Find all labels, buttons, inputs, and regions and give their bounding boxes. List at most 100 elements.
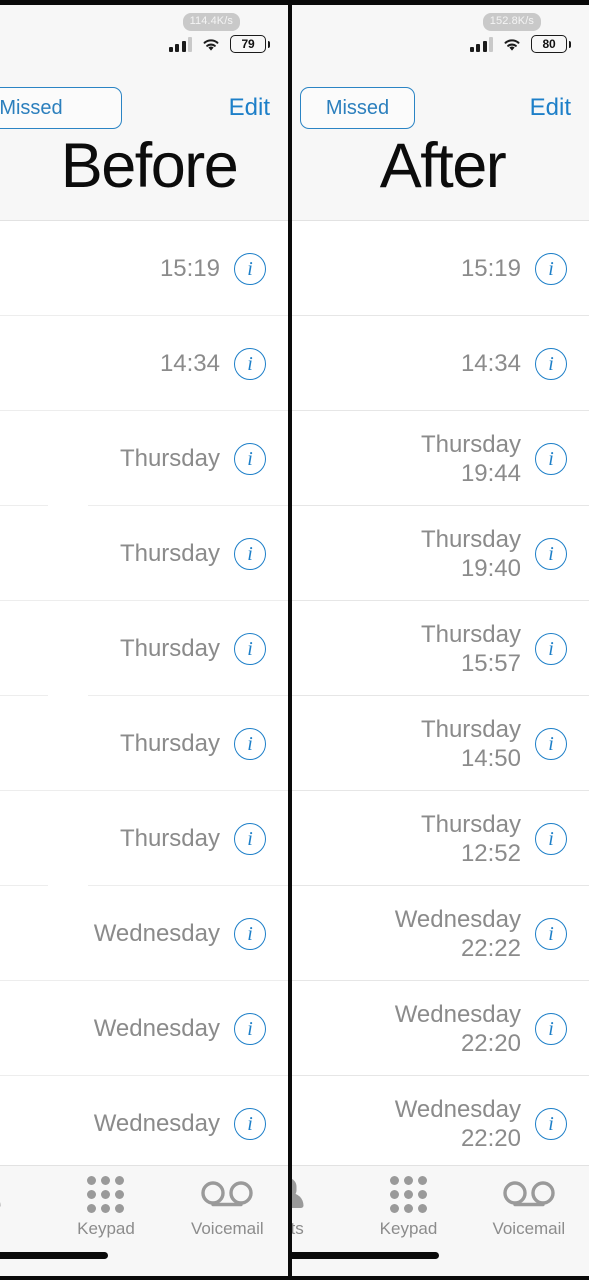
call-row[interactable]: Thursday 15:57 i bbox=[292, 601, 589, 696]
info-circle-icon[interactable]: i bbox=[234, 633, 266, 665]
tab-label: Voicemail bbox=[492, 1219, 565, 1239]
tab-keypad[interactable]: Keypad bbox=[45, 1174, 166, 1239]
call-list-after: 15:19i14:34iThursday 19:44iThursday 19:4… bbox=[292, 221, 589, 1171]
call-timestamp: Wednesday bbox=[94, 919, 220, 948]
call-timestamp: 14:34 bbox=[461, 349, 521, 378]
nav-bar: Missed Edit After bbox=[292, 70, 589, 220]
call-timestamp: Thursday bbox=[120, 634, 220, 663]
voicemail-icon bbox=[502, 1174, 556, 1214]
cellular-signal-icon bbox=[470, 37, 494, 52]
nav-bar: Missed Edit Before bbox=[0, 70, 288, 220]
call-row[interactable]: Thursdayi bbox=[0, 411, 288, 506]
page-title: After bbox=[292, 132, 589, 200]
home-indicator bbox=[0, 1252, 108, 1259]
call-list-before: 15:19i14:34iThursdayiThursdayiThursdayiT… bbox=[0, 221, 288, 1171]
info-circle-icon[interactable]: i bbox=[535, 823, 567, 855]
call-row[interactable]: Wednesday 22:22i bbox=[292, 886, 589, 981]
info-circle-icon[interactable]: i bbox=[535, 728, 567, 760]
tab-voicemail[interactable]: Voicemail bbox=[469, 1174, 589, 1239]
edit-button[interactable]: Edit bbox=[229, 94, 270, 122]
info-circle-icon[interactable]: i bbox=[234, 538, 266, 570]
info-circle-icon[interactable]: i bbox=[234, 728, 266, 760]
panel-before: 114.4K/s 79 Missed Edit Before 15:19i14:… bbox=[0, 5, 288, 1276]
call-timestamp: Thursday 19:44 bbox=[421, 430, 521, 488]
home-indicator bbox=[292, 1252, 439, 1259]
info-circle-icon[interactable]: i bbox=[234, 1108, 266, 1140]
info-circle-icon[interactable]: i bbox=[535, 1013, 567, 1045]
info-circle-icon[interactable]: i bbox=[234, 918, 266, 950]
info-circle-icon[interactable]: i bbox=[234, 443, 266, 475]
info-circle-icon[interactable]: i bbox=[535, 538, 567, 570]
tab-contacts[interactable]: acts bbox=[0, 1174, 45, 1239]
tab-bar: acts Keypad Voicemail bbox=[292, 1165, 589, 1276]
call-timestamp: Wednesday 22:20 bbox=[395, 1000, 521, 1058]
info-circle-icon[interactable]: i bbox=[535, 253, 567, 285]
keypad-icon bbox=[390, 1174, 427, 1214]
call-timestamp: Wednesday bbox=[94, 1109, 220, 1138]
call-row[interactable]: Thursday 19:44 i bbox=[292, 411, 589, 506]
segment-missed[interactable]: Missed bbox=[0, 87, 122, 129]
info-circle-icon[interactable]: i bbox=[234, 348, 266, 380]
call-row[interactable]: Wednesday i bbox=[0, 981, 288, 1076]
status-bar: 152.8K/s 80 bbox=[292, 5, 589, 70]
info-circle-icon[interactable]: i bbox=[234, 823, 266, 855]
call-timestamp: Thursday 15:57 bbox=[421, 620, 521, 678]
call-timestamp: Thursday 14:50 bbox=[421, 715, 521, 773]
contacts-icon bbox=[0, 1174, 2, 1214]
call-timestamp: 14:34 bbox=[160, 349, 220, 378]
call-timestamp: 15:19 bbox=[160, 254, 220, 283]
call-timestamp: Wednesday bbox=[94, 1014, 220, 1043]
page-title: Before bbox=[0, 132, 288, 200]
call-row[interactable]: Thursdayi bbox=[0, 506, 288, 601]
call-row[interactable]: Thursday i bbox=[0, 791, 288, 886]
call-row[interactable]: 15:19 i bbox=[292, 221, 589, 316]
panel-divider bbox=[288, 0, 292, 1280]
tab-contacts[interactable]: acts bbox=[292, 1174, 348, 1239]
network-speed-badge: 152.8K/s bbox=[483, 13, 541, 31]
call-timestamp: 15:19 bbox=[461, 254, 521, 283]
call-row[interactable]: Wednesday i bbox=[0, 1076, 288, 1171]
call-row[interactable]: Thursday i bbox=[0, 696, 288, 791]
battery-icon: 79 bbox=[230, 35, 270, 53]
call-timestamp: Thursday bbox=[120, 824, 220, 853]
call-row[interactable]: Wednesday 22:20 i bbox=[292, 981, 589, 1076]
call-row[interactable]: Thursday 19:40i bbox=[292, 506, 589, 601]
segment-missed[interactable]: Missed bbox=[300, 87, 415, 129]
tab-bar: acts Keypad Voicemail bbox=[0, 1165, 288, 1276]
call-timestamp: Thursday 12:52 bbox=[421, 810, 521, 868]
call-row[interactable]: 14:34 i bbox=[292, 316, 589, 411]
battery-level: 80 bbox=[543, 37, 556, 51]
tab-label: acts bbox=[292, 1219, 304, 1239]
call-row[interactable]: Thursday 14:50 i bbox=[292, 696, 589, 791]
call-row[interactable]: Thursday i bbox=[0, 601, 288, 696]
info-circle-icon[interactable]: i bbox=[535, 918, 567, 950]
info-circle-icon[interactable]: i bbox=[535, 633, 567, 665]
tab-label: Voicemail bbox=[191, 1219, 264, 1239]
call-row[interactable]: 14:34 i bbox=[0, 316, 288, 411]
info-circle-icon[interactable]: i bbox=[535, 1108, 567, 1140]
panel-after: 152.8K/s 80 Missed Edit After 15:19i14:3… bbox=[292, 5, 589, 1276]
tab-keypad[interactable]: Keypad bbox=[348, 1174, 468, 1239]
top-black-rail bbox=[0, 0, 589, 5]
call-timestamp: Thursday bbox=[120, 729, 220, 758]
info-circle-icon[interactable]: i bbox=[234, 253, 266, 285]
call-row[interactable]: 15:19 i bbox=[0, 221, 288, 316]
wifi-icon bbox=[201, 37, 221, 52]
info-circle-icon[interactable]: i bbox=[234, 1013, 266, 1045]
edit-button[interactable]: Edit bbox=[530, 94, 571, 122]
call-row[interactable]: Thursday 12:52 i bbox=[292, 791, 589, 886]
keypad-icon bbox=[87, 1174, 124, 1214]
battery-level: 79 bbox=[242, 37, 255, 51]
wifi-icon bbox=[502, 37, 522, 52]
call-timestamp: Wednesday 22:20 bbox=[395, 1095, 521, 1153]
battery-icon: 80 bbox=[531, 35, 571, 53]
call-row[interactable]: Wednesday 22:20 i bbox=[292, 1076, 589, 1171]
tab-label: Keypad bbox=[380, 1219, 438, 1239]
info-circle-icon[interactable]: i bbox=[535, 443, 567, 475]
call-row[interactable]: Wednesday i bbox=[0, 886, 288, 981]
tab-label: Keypad bbox=[77, 1219, 135, 1239]
bottom-black-rail bbox=[0, 1276, 589, 1280]
tab-voicemail[interactable]: Voicemail bbox=[167, 1174, 288, 1239]
info-circle-icon[interactable]: i bbox=[535, 348, 567, 380]
voicemail-icon bbox=[200, 1174, 254, 1214]
